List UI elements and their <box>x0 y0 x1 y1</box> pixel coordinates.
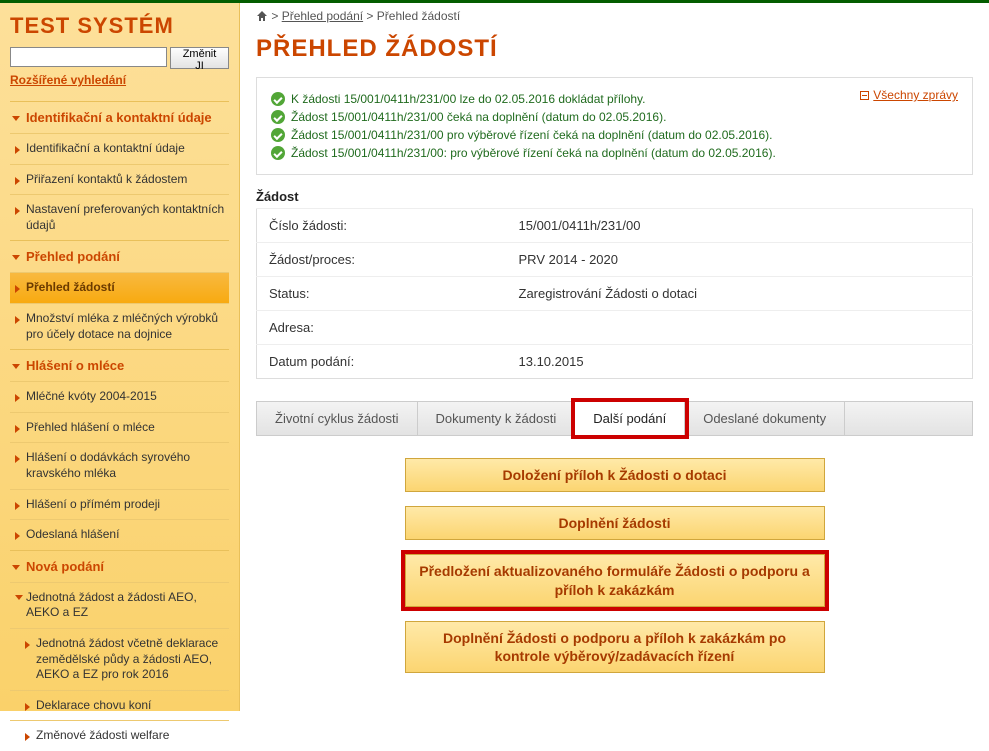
req-val-cislo: 15/001/0411h/231/00 <box>507 209 973 243</box>
nav-section-identifikacni[interactable]: Identifikační a kontaktní údaje <box>10 101 229 133</box>
message-row: Žádost 15/001/0411h/231/00 čeká na dopln… <box>271 110 958 124</box>
req-val-adresa <box>507 311 973 345</box>
req-key-cislo: Číslo žádosti: <box>257 209 507 243</box>
request-section-label: Žádost <box>256 189 973 204</box>
advanced-search-link[interactable]: Rozšířené vyhledání <box>10 73 126 87</box>
nav-section-hlaseni-mleko[interactable]: Hlášení o mléce <box>10 349 229 381</box>
req-key-datum: Datum podání: <box>257 345 507 379</box>
req-key-adresa: Adresa: <box>257 311 507 345</box>
nav-section-prehled-podani[interactable]: Přehled podání <box>10 240 229 272</box>
sidebar: TEST SYSTÉM Změnit JI Rozšířené vyhledán… <box>0 3 240 711</box>
breadcrumb-current: Přehled žádostí <box>377 9 460 23</box>
tab-dalsi-podani[interactable]: Další podání <box>575 402 685 435</box>
message-row: Žádost 15/001/0411h/231/00: pro výběrové… <box>271 146 958 160</box>
actions: Doložení příloh k Žádosti o dotaci Dopln… <box>256 458 973 673</box>
nav-item-mlecne-kvoty[interactable]: Mléčné kvóty 2004-2015 <box>10 381 229 412</box>
ok-icon <box>271 110 285 124</box>
breadcrumb: > Přehled podání > Přehled žádostí <box>256 9 973 23</box>
app-title: TEST SYSTÉM <box>10 13 229 39</box>
home-icon[interactable] <box>256 9 268 21</box>
tab-zivotni-cyklus[interactable]: Životní cyklus žádosti <box>257 402 418 435</box>
nav-item-prirazeni-kontaktu[interactable]: Přiřazení kontaktů k žádostem <box>10 164 229 195</box>
req-val-proces: PRV 2014 - 2020 <box>507 243 973 277</box>
req-key-proces: Žádost/proces: <box>257 243 507 277</box>
nav-item-zmenove-zadosti-welfare[interactable]: Změnové žádosti welfare <box>10 720 229 751</box>
nav-item-nastaveni-kontaktu[interactable]: Nastavení preferovaných kontaktních údaj… <box>10 194 229 240</box>
messages-box: Všechny zprávy K žádosti 15/001/0411h/23… <box>256 77 973 175</box>
nav-item-jednotna-zadost-group[interactable]: Jednotná žádost a žádosti AEO, AEKO a EZ <box>10 582 229 628</box>
ok-icon <box>271 128 285 142</box>
nav-item-prehled-zadosti[interactable]: Přehled žádostí <box>10 272 229 303</box>
nav-item-jednotna-zadost-2016[interactable]: Jednotná žádost včetně deklarace zeměděl… <box>10 628 229 690</box>
action-predlozeni-aktualizovaneho[interactable]: Předložení aktualizovaného formuláře Žád… <box>405 554 825 606</box>
req-key-status: Status: <box>257 277 507 311</box>
message-row: Žádost 15/001/0411h/231/00 pro výběrové … <box>271 128 958 142</box>
nav-item-mnozstvi-mleka[interactable]: Množství mléka z mléčných výrobků pro úč… <box>10 303 229 349</box>
tab-odeslane-dokumenty[interactable]: Odeslané dokumenty <box>685 402 845 435</box>
all-messages-label: Všechny zprávy <box>873 88 958 102</box>
nav-item-hlaseni-dodavkach[interactable]: Hlášení o dodávkách syrového kravského m… <box>10 442 229 488</box>
req-val-status: Zaregistrování Žádosti o dotaci <box>507 277 973 311</box>
nav-section-nova-podani[interactable]: Nová podání <box>10 550 229 582</box>
nav-item-identifikacni[interactable]: Identifikační a kontaktní údaje <box>10 133 229 164</box>
nav-item-deklarace-koni[interactable]: Deklarace chovu koní <box>10 690 229 721</box>
nav-item-prehled-hlaseni[interactable]: Přehled hlášení o mléce <box>10 412 229 443</box>
nav-item-hlaseni-primem-prodeji[interactable]: Hlášení o přímém prodeji <box>10 489 229 520</box>
main-content: > Přehled podání > Přehled žádostí PŘEHL… <box>240 3 989 711</box>
all-messages-link[interactable]: Všechny zprávy <box>860 88 958 102</box>
collapse-icon <box>860 91 869 100</box>
req-val-datum: 13.10.2015 <box>507 345 973 379</box>
ok-icon <box>271 146 285 160</box>
page-title: PŘEHLED ŽÁDOSTÍ <box>256 35 973 63</box>
request-info-table: Číslo žádosti:15/001/0411h/231/00 Žádost… <box>256 208 973 379</box>
action-doplneni-podporu[interactable]: Doplnění Žádosti o podporu a příloh k za… <box>405 621 825 673</box>
ok-icon <box>271 92 285 106</box>
action-doplneni-zadosti[interactable]: Doplnění žádosti <box>405 506 825 540</box>
tabs: Životní cyklus žádosti Dokumenty k žádos… <box>256 401 973 436</box>
sidebar-nav: Identifikační a kontaktní údaje Identifi… <box>10 101 229 751</box>
tab-dokumenty[interactable]: Dokumenty k žádosti <box>418 402 576 435</box>
breadcrumb-link-prehled-podani[interactable]: Přehled podání <box>282 9 363 23</box>
nav-item-odeslana-hlaseni[interactable]: Odeslaná hlášení <box>10 519 229 550</box>
search-input[interactable] <box>10 47 167 67</box>
message-row: K žádosti 15/001/0411h/231/00 lze do 02.… <box>271 92 958 106</box>
change-ji-button[interactable]: Změnit JI <box>170 47 229 69</box>
action-dolozeni-priloh[interactable]: Doložení příloh k Žádosti o dotaci <box>405 458 825 492</box>
